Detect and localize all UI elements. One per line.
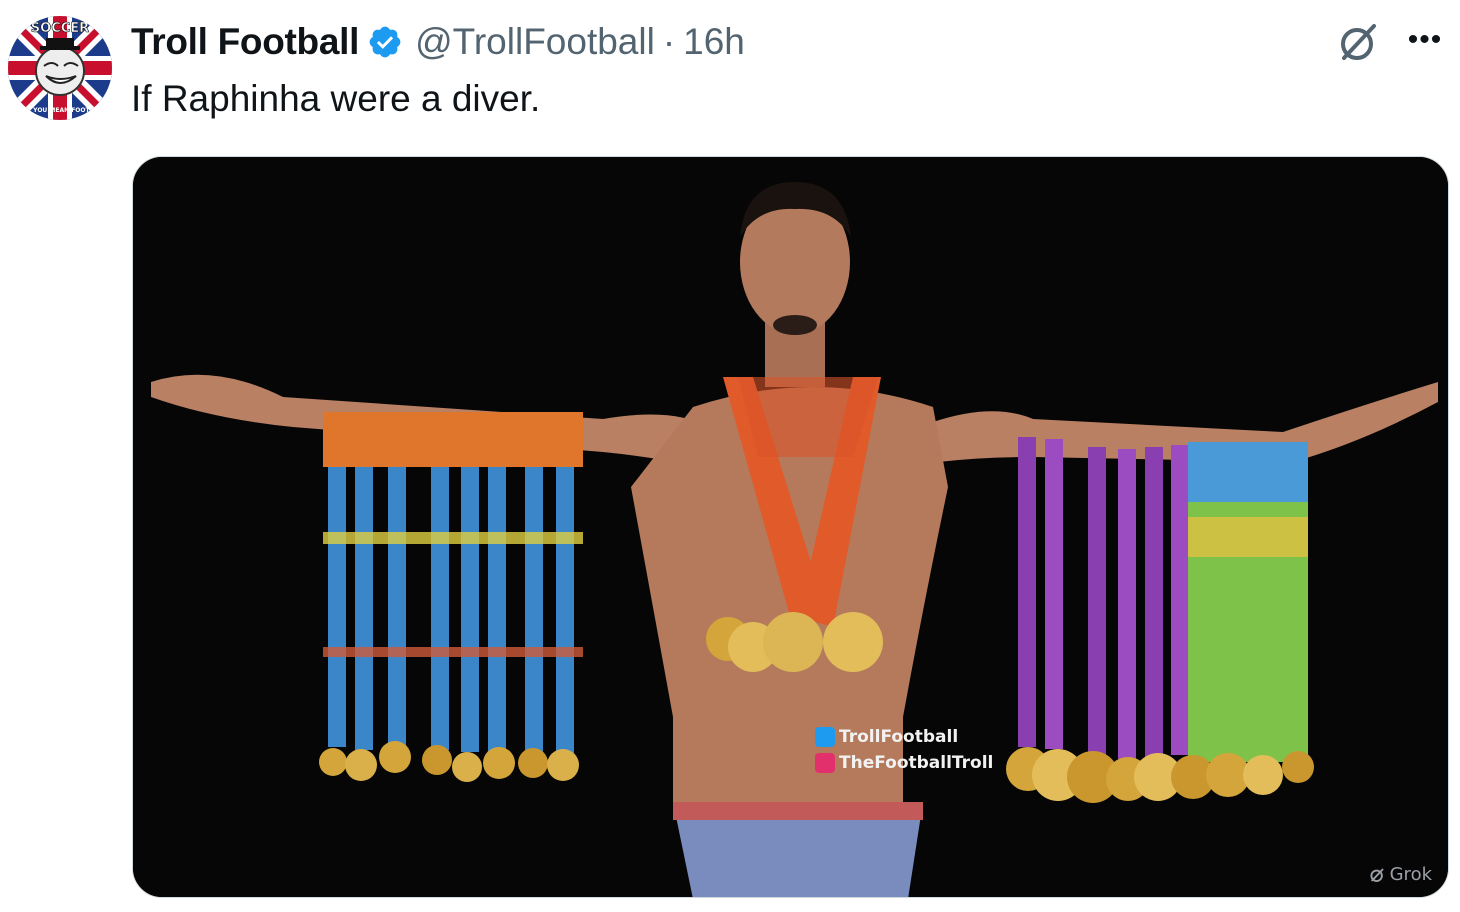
author-display-name[interactable]: Troll Football [131,21,359,63]
grok-watermark: Grok [1368,864,1432,885]
verified-badge-icon[interactable] [367,24,403,60]
tweet-media-image[interactable]: TrollFootball TheFootballTroll Grok [132,156,1449,898]
grok-watermark-text: Grok [1389,864,1432,885]
watermark-instagram-text: TheFootballTroll [839,753,994,773]
watermark-twitter: TrollFootball [815,727,958,747]
author-handle[interactable]: @TrollFootball [415,21,655,63]
avatar[interactable]: SOCCER DON'T YOU MEAN FOOTBALL? [8,16,112,120]
grok-watermark-icon [1370,867,1384,882]
avatar-text-top: SOCCER [31,21,89,36]
watermark-twitter-text: TrollFootball [839,727,959,747]
tweet[interactable]: SOCCER DON'T YOU MEAN FOOTBALL? Troll Fo… [0,0,1460,912]
grok-slash-circle-icon[interactable] [1334,18,1382,66]
avatar-text-bottom: DON'T YOU MEAN FOOTBALL? [10,107,110,114]
watermark-instagram: TheFootballTroll [815,753,993,773]
tweet-text: If Raphinha were a diver. [131,78,541,119]
instagram-icon [815,753,835,773]
tweet-header: Troll Football @TrollFootball · 16h [131,18,745,66]
ellipsis-icon[interactable]: ••• [1402,20,1448,64]
tweet-timestamp[interactable]: 16h [683,21,745,63]
twitter-bird-icon [815,727,835,747]
header-separator: · [662,21,676,62]
right-arm-medals [1006,437,1314,803]
